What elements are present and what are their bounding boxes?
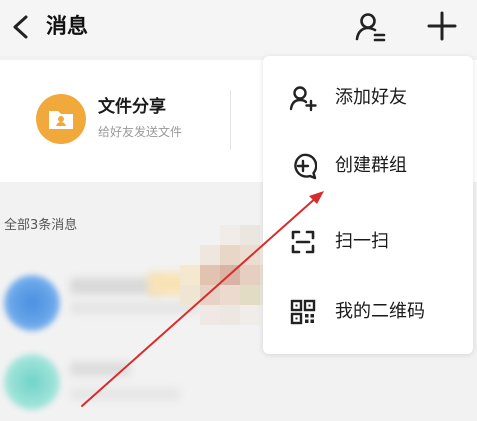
messages-count-label: 全部3条消息	[4, 218, 78, 233]
menu-item-label: 我的二维码	[335, 301, 425, 322]
menu-item-add-friend[interactable]: 添加好友	[263, 68, 473, 128]
add-friend-icon	[289, 86, 317, 112]
page-title: 消息	[46, 14, 88, 38]
menu-item-label: 添加好友	[335, 87, 407, 108]
file-share-title: 文件分享	[98, 97, 166, 117]
contacts-icon[interactable]	[354, 10, 388, 44]
add-dropdown-menu: 添加好友 创建群组 扫一扫 我的二维码	[263, 56, 473, 354]
avatar[interactable]	[4, 354, 60, 410]
divider	[230, 90, 231, 150]
create-group-icon	[294, 153, 317, 180]
top-bar: 消息	[0, 0, 477, 56]
menu-item-scan[interactable]: 扫一扫	[263, 212, 473, 272]
menu-item-label: 扫一扫	[335, 231, 389, 252]
message-name-blurred	[70, 362, 130, 376]
scan-icon	[291, 230, 315, 254]
qrcode-icon	[290, 299, 316, 325]
message-name-blurred	[70, 278, 160, 294]
file-share-card[interactable]: 文件分享 给好友发送文件	[36, 94, 236, 148]
plus-icon[interactable]	[424, 7, 460, 45]
menu-item-create-group[interactable]: 创建群组	[263, 136, 473, 196]
menu-item-my-qrcode[interactable]: 我的二维码	[263, 282, 473, 342]
menu-item-label: 创建群组	[335, 155, 407, 176]
message-preview-blurred	[70, 388, 180, 400]
avatar[interactable]	[4, 275, 60, 331]
folder-icon	[36, 94, 86, 144]
chevron-left-icon[interactable]	[9, 10, 33, 44]
file-share-subtitle: 给好友发送文件	[98, 125, 183, 139]
